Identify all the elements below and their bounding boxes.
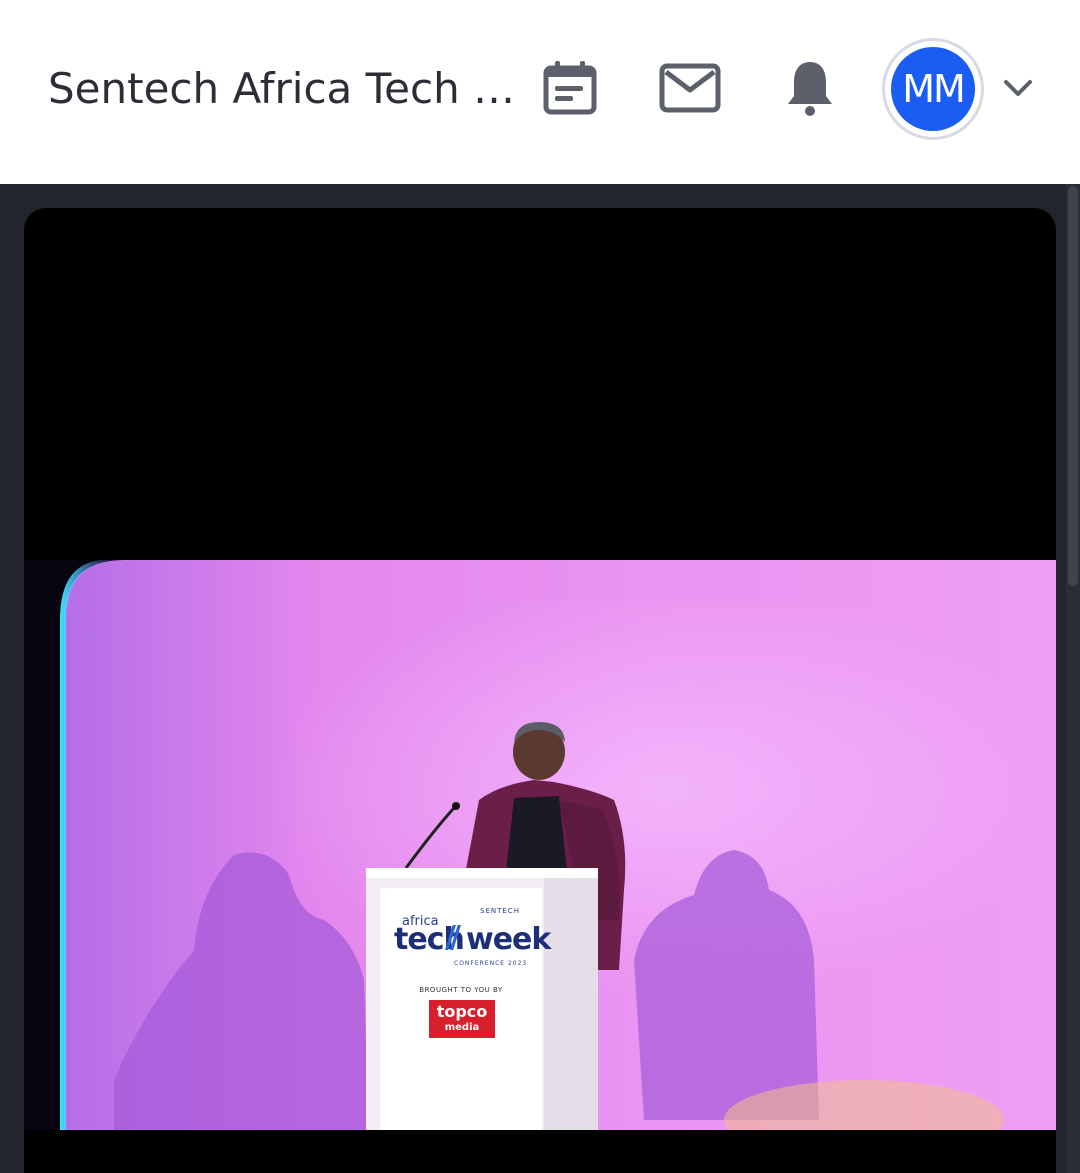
user-avatar-button[interactable]: MM xyxy=(882,38,984,140)
chevron-down-icon xyxy=(1004,80,1032,96)
podium-sign: SENTECH africa tech // week CONFERENCE 2… xyxy=(380,888,551,1130)
sponsor-name: topco xyxy=(436,1002,488,1021)
mail-icon xyxy=(659,63,721,113)
event-title: Sentech Africa Tech W… xyxy=(48,64,526,113)
video-frame: SENTECH africa tech // week CONFERENCE 2… xyxy=(24,560,1056,1130)
account-menu-toggle[interactable] xyxy=(996,66,1040,110)
scrollbar[interactable] xyxy=(1066,184,1080,1173)
brought-by-text: BROUGHT TO YOU BY xyxy=(419,986,503,994)
app-header: Sentech Africa Tech W… MM xyxy=(0,0,1080,184)
calendar-icon xyxy=(543,61,597,115)
sponsor-logo: topco media xyxy=(429,1000,495,1038)
logo-slash-mark: // xyxy=(445,920,461,955)
avatar: MM xyxy=(891,47,975,131)
logo-conference-text: CONFERENCE 2023 xyxy=(454,960,528,967)
scrollbar-thumb[interactable] xyxy=(1068,186,1078,586)
video-player[interactable]: SENTECH africa tech // week CONFERENCE 2… xyxy=(24,208,1056,1173)
bell-icon xyxy=(788,62,832,116)
sponsor-subname: media xyxy=(444,1022,480,1033)
calendar-button[interactable] xyxy=(532,50,608,126)
messages-button[interactable] xyxy=(652,50,728,126)
sentech-logo-text: SENTECH xyxy=(480,907,520,915)
logo-week-text: week xyxy=(466,922,551,957)
notifications-button[interactable] xyxy=(772,50,848,126)
